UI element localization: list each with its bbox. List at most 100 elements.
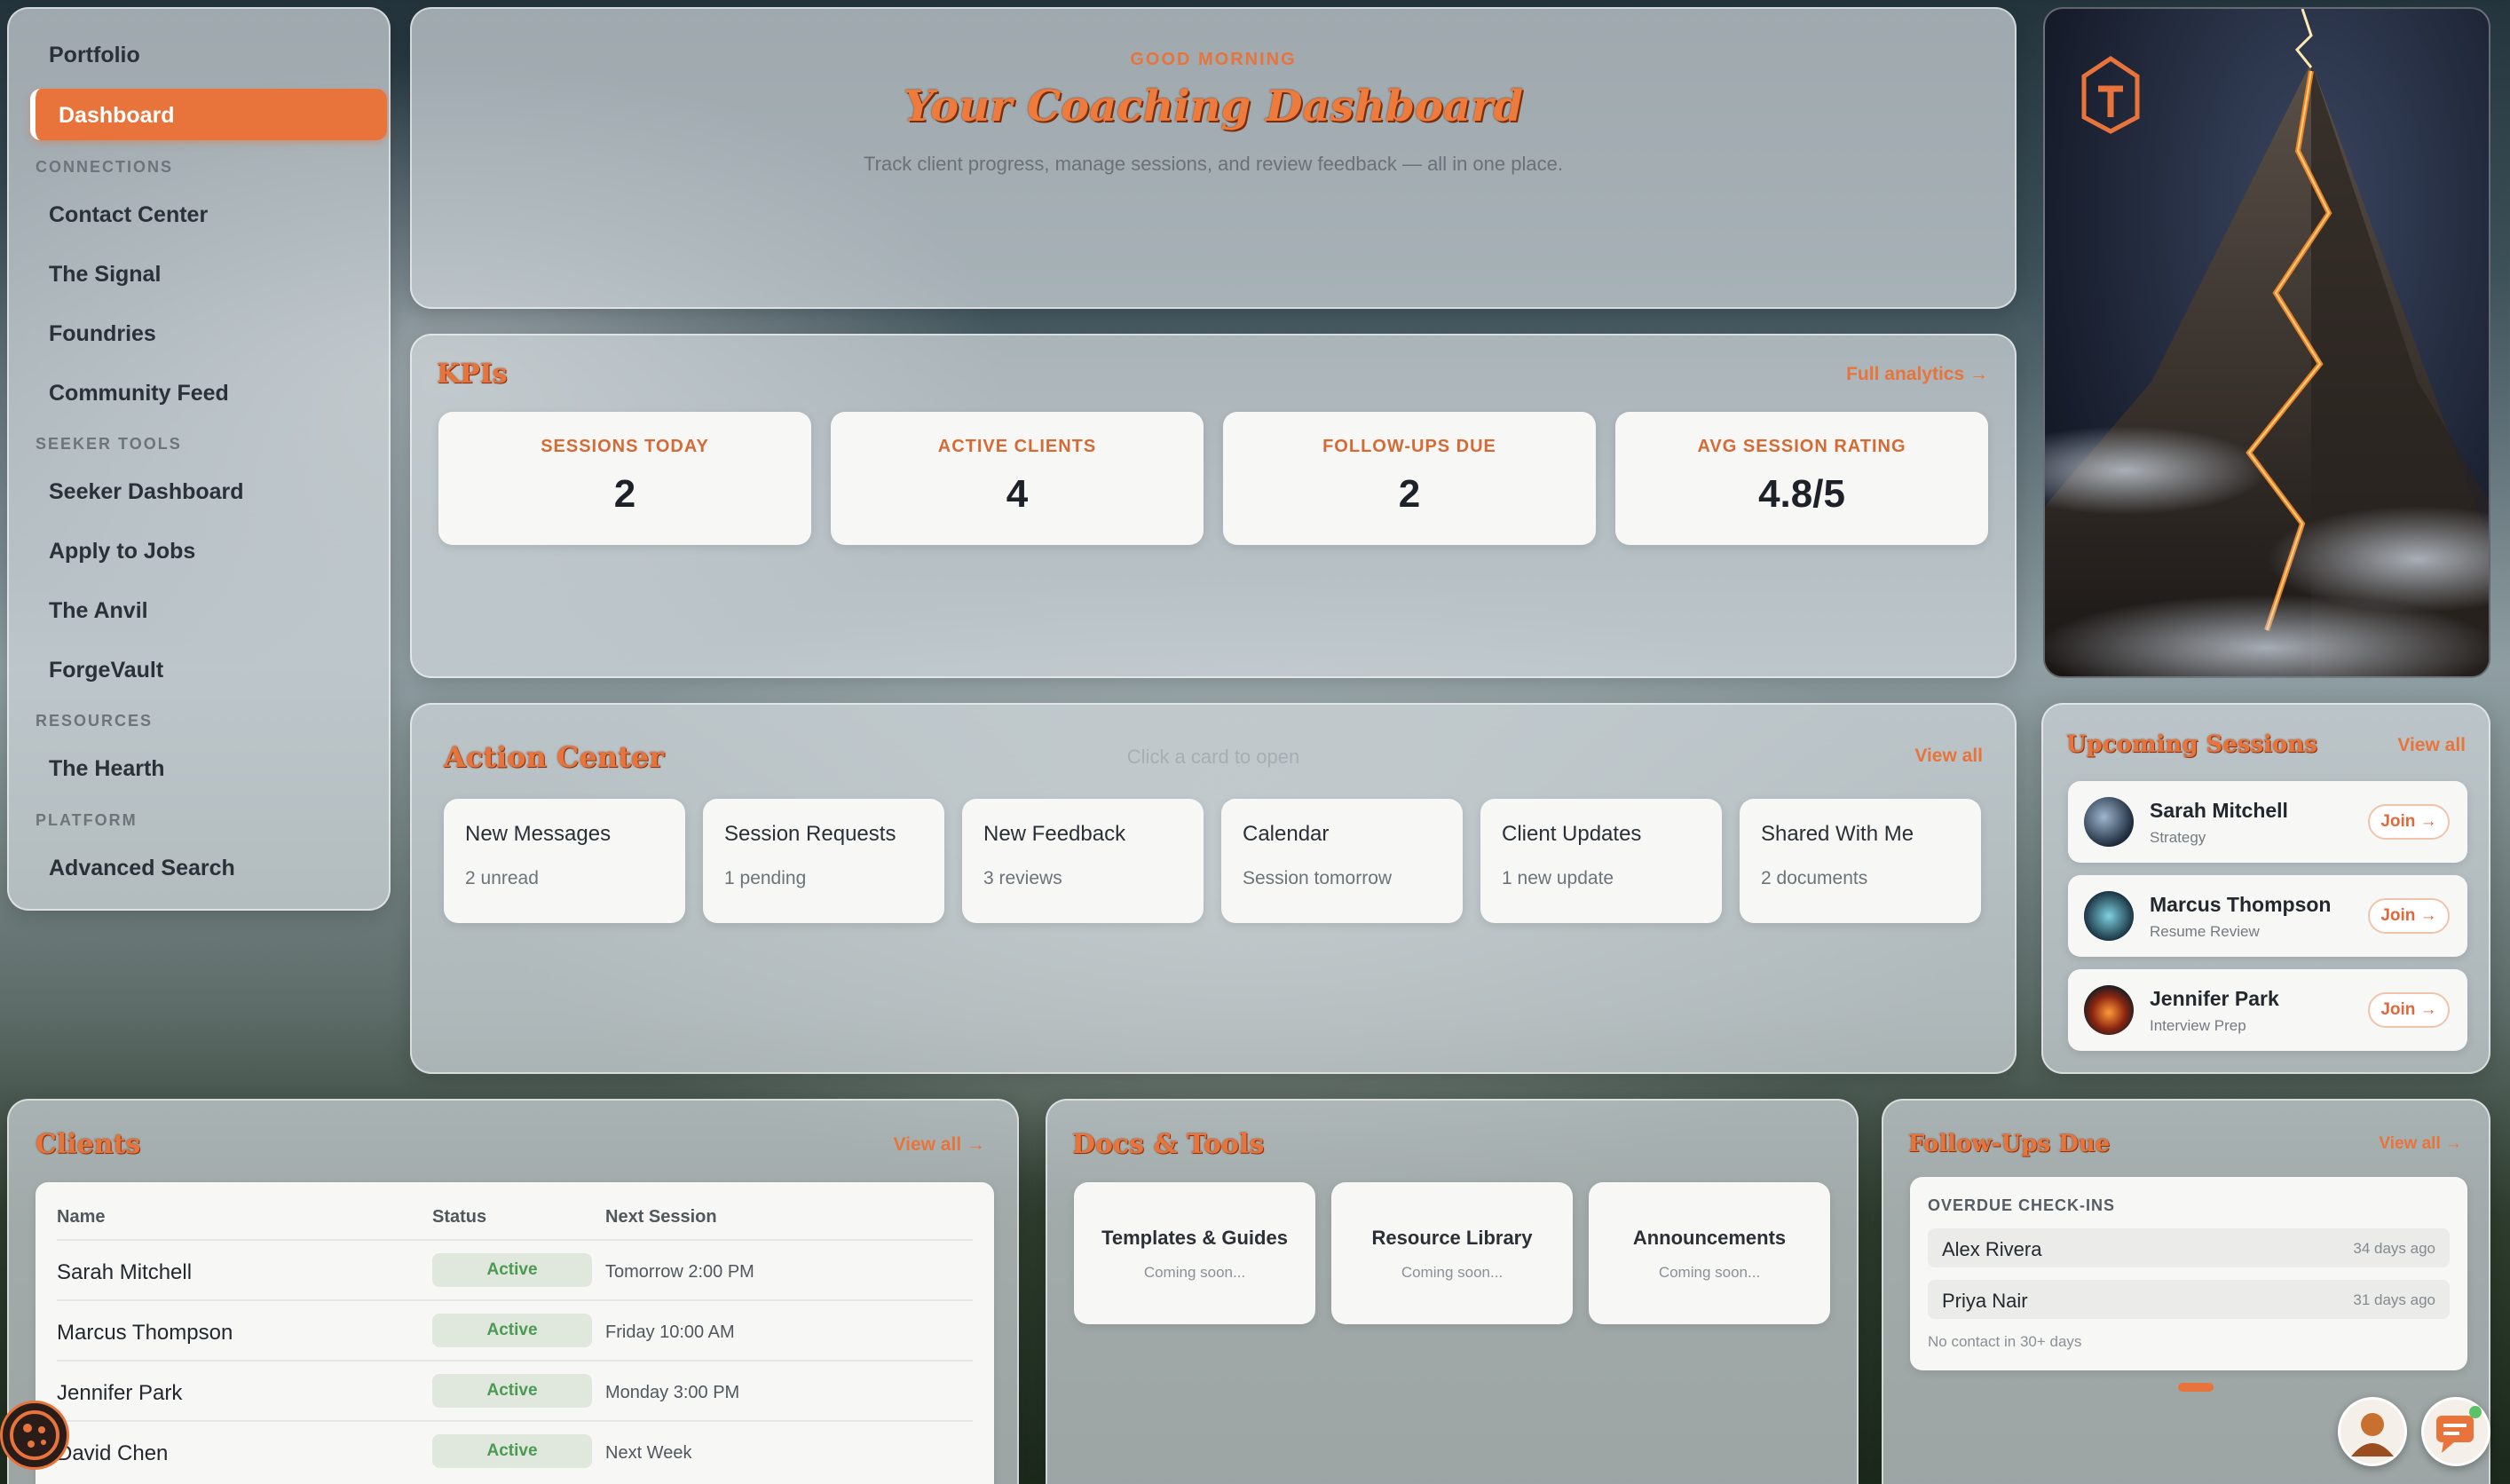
action-card-title: Session Requests xyxy=(724,822,896,846)
action-card-calendar[interactable]: Calendar Session tomorrow xyxy=(1221,799,1463,923)
join-button[interactable]: Join → xyxy=(2368,898,2450,934)
doc-card-title: Templates & Guides xyxy=(1101,1227,1288,1249)
page-title: Your Coaching Dashboard xyxy=(903,82,1524,131)
next-session: Next Week xyxy=(605,1443,692,1463)
sessions-view-all-link[interactable]: View all xyxy=(2397,735,2466,756)
follow-ups-title: Follow-Ups Due xyxy=(1908,1131,2111,1157)
sidebar-item-dashboard[interactable]: Dashboard xyxy=(30,89,387,140)
action-card-subtitle: 2 unread xyxy=(465,868,539,888)
table-row[interactable]: David Chen Active Next Week xyxy=(57,1420,973,1480)
sidebar-item-the-hearth[interactable]: The Hearth xyxy=(49,756,165,782)
sidebar-item-community-feed[interactable]: Community Feed xyxy=(49,381,229,407)
column-header: Next Session xyxy=(605,1207,717,1227)
cookie-icon[interactable] xyxy=(0,1401,69,1470)
session-card[interactable]: Sarah Mitchell Strategy Join → xyxy=(2068,781,2467,863)
doc-card-resource-library[interactable]: Resource Library Coming soon... xyxy=(1331,1182,1573,1324)
kpi-label: AVG SESSION RATING xyxy=(1697,437,1906,456)
table-row[interactable]: Sarah Mitchell Active Tomorrow 2:00 PM xyxy=(57,1239,973,1299)
action-card-session-requests[interactable]: Session Requests 1 pending xyxy=(703,799,944,923)
avatar xyxy=(2084,891,2134,941)
action-card-new-feedback[interactable]: New Feedback 3 reviews xyxy=(962,799,1204,923)
logo-icon xyxy=(2079,55,2143,135)
next-session: Tomorrow 2:00 PM xyxy=(605,1262,754,1282)
kpi-value: 2 xyxy=(613,472,636,516)
action-card-shared-with-me[interactable]: Shared With Me 2 documents xyxy=(1740,799,1981,923)
upcoming-sessions-title: Upcoming Sessions xyxy=(2066,731,2317,758)
kpi-card-avg-session-rating[interactable]: AVG SESSION RATING 4.8/5 xyxy=(1615,412,1988,545)
doc-card-title: Resource Library xyxy=(1371,1227,1533,1249)
kpi-card-follow-ups-due[interactable]: FOLLOW-UPS DUE 2 xyxy=(1223,412,1596,545)
doc-card-announcements[interactable]: Announcements Coming soon... xyxy=(1589,1182,1830,1324)
action-card-title: Shared With Me xyxy=(1761,822,1914,846)
session-type: Interview Prep xyxy=(2150,1017,2246,1034)
column-header: Status xyxy=(432,1207,487,1227)
client-name: Marcus Thompson xyxy=(57,1321,233,1345)
clients-view-all-link[interactable]: View all → xyxy=(894,1134,986,1156)
kpi-card-active-clients[interactable]: ACTIVE CLIENTS 4 xyxy=(831,412,1204,545)
client-name: Jennifer Park xyxy=(57,1381,183,1405)
action-card-subtitle: 2 documents xyxy=(1761,868,1868,888)
status-badge: Active xyxy=(432,1314,592,1347)
session-type: Strategy xyxy=(2150,829,2206,846)
follow-up-note: No contact in 30+ days xyxy=(1928,1333,2082,1350)
coach-avatar-icon[interactable] xyxy=(2338,1397,2407,1466)
action-card-title: Calendar xyxy=(1243,822,1330,846)
sidebar-item-advanced-search[interactable]: Advanced Search xyxy=(49,856,235,881)
follow-up-age: 31 days ago xyxy=(2353,1291,2435,1308)
kpi-card-sessions-today[interactable]: SESSIONS TODAY 2 xyxy=(438,412,811,545)
list-item[interactable]: Priya Nair 31 days ago xyxy=(1928,1280,2450,1319)
sidebar-item-seeker-dashboard[interactable]: Seeker Dashboard xyxy=(49,479,244,505)
action-center-panel: Action Center Click a card to open View … xyxy=(410,703,2017,1074)
action-card-new-messages[interactable]: New Messages 2 unread xyxy=(444,799,685,923)
sidebar-item-foundries[interactable]: Foundries xyxy=(49,321,156,347)
table-row[interactable]: Marcus Thompson Active Friday 10:00 AM xyxy=(57,1299,973,1360)
action-center-hint: Click a card to open xyxy=(1126,746,1300,768)
sidebar-item-the-anvil[interactable]: The Anvil xyxy=(49,598,148,624)
action-card-title: New Messages xyxy=(465,822,612,846)
doc-card-subtitle: Coming soon... xyxy=(1401,1264,1504,1281)
session-client-name: Jennifer Park xyxy=(2150,987,2279,1010)
action-card-client-updates[interactable]: Client Updates 1 new update xyxy=(1480,799,1722,923)
kpi-section-title: KPIs xyxy=(437,359,508,390)
client-name: Sarah Mitchell xyxy=(57,1260,193,1284)
kpi-label: ACTIVE CLIENTS xyxy=(937,437,1097,456)
kpi-value: 4.8/5 xyxy=(1758,472,1845,516)
sidebar-item-the-signal[interactable]: The Signal xyxy=(49,262,161,288)
chat-icon[interactable] xyxy=(2421,1397,2490,1466)
nav-section-header: PLATFORM xyxy=(36,811,138,829)
sidebar-item-label: Dashboard xyxy=(59,103,175,128)
join-button[interactable]: Join → xyxy=(2368,804,2450,840)
session-card[interactable]: Jennifer Park Interview Prep Join → xyxy=(2068,969,2467,1051)
upcoming-sessions-panel: Upcoming Sessions View all Sarah Mitchel… xyxy=(2041,703,2490,1074)
sidebar-item-portfolio[interactable]: Portfolio xyxy=(49,43,140,68)
join-button[interactable]: Join → xyxy=(2368,992,2450,1028)
action-center-view-all-link[interactable]: View all xyxy=(1914,746,1983,767)
sidebar-item-apply-to-jobs[interactable]: Apply to Jobs xyxy=(49,539,195,564)
overdue-header: OVERDUE CHECK-INS xyxy=(1928,1196,2116,1214)
carousel-indicator[interactable] xyxy=(2178,1383,2214,1392)
doc-card-templates[interactable]: Templates & Guides Coming soon... xyxy=(1074,1182,1315,1324)
nav-section-header: SEEKER TOOLS xyxy=(36,435,182,453)
follow-ups-view-all-link[interactable]: View all → xyxy=(2379,1134,2462,1154)
session-client-name: Marcus Thompson xyxy=(2150,893,2332,916)
session-card[interactable]: Marcus Thompson Resume Review Join → xyxy=(2068,875,2467,957)
kpi-panel: KPIs Full analytics → SESSIONS TODAY 2 A… xyxy=(410,334,2017,678)
table-row[interactable]: Jennifer Park Active Monday 3:00 PM xyxy=(57,1360,973,1420)
action-card-title: New Feedback xyxy=(983,822,1126,846)
nav-section-header: CONNECTIONS xyxy=(36,158,174,176)
avatar xyxy=(2084,985,2134,1035)
kpi-label: SESSIONS TODAY xyxy=(541,437,709,456)
doc-card-title: Announcements xyxy=(1632,1227,1787,1249)
nav-section-header: RESOURCES xyxy=(36,712,154,730)
mountain-hero-image xyxy=(2043,7,2490,678)
client-name: David Chen xyxy=(57,1441,169,1465)
kpi-label: FOLLOW-UPS DUE xyxy=(1322,437,1496,456)
list-item[interactable]: Alex Rivera 34 days ago xyxy=(1928,1228,2450,1267)
clients-panel: Clients View all → Name Status Next Sess… xyxy=(7,1099,1019,1484)
full-analytics-link[interactable]: Full analytics → xyxy=(1846,364,1988,385)
status-badge: Active xyxy=(432,1253,592,1287)
action-card-subtitle: Session tomorrow xyxy=(1243,868,1393,888)
sidebar-item-forgevault[interactable]: ForgeVault xyxy=(49,658,163,683)
column-header: Name xyxy=(57,1207,106,1227)
sidebar-item-contact-center[interactable]: Contact Center xyxy=(49,202,208,228)
